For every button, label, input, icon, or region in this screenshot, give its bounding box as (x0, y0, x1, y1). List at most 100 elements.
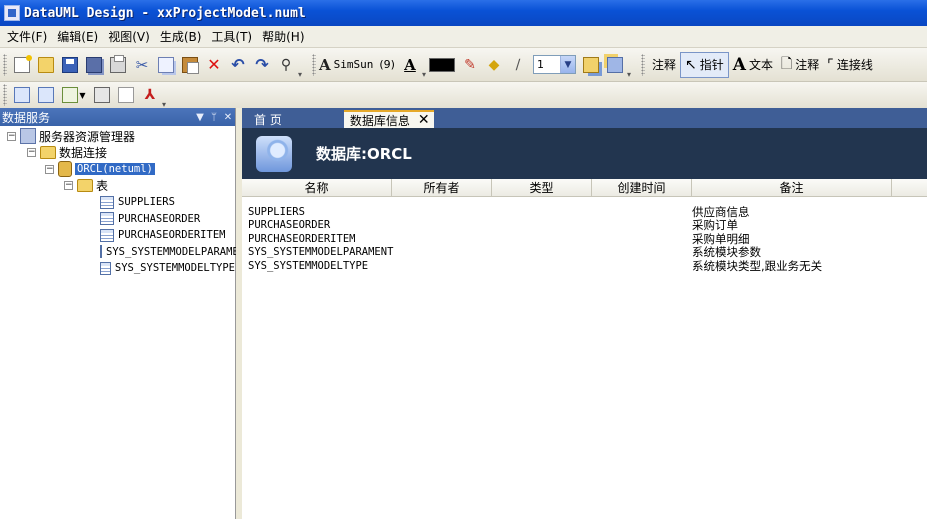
toolbar-grip[interactable] (640, 53, 645, 76)
tree-label: PURCHASEORDER (118, 212, 201, 225)
chevron-down-icon: ▼ (79, 90, 86, 100)
pointer-tool[interactable]: ↖ 指针 (680, 51, 729, 78)
tree-node-tables-folder[interactable]: − 表 (0, 178, 235, 195)
tree-label: 数据连接 (59, 146, 108, 161)
hierarchy-button[interactable] (35, 84, 57, 106)
undo-button[interactable]: ↶ (227, 54, 249, 76)
connector-tool[interactable]: ⌜ 连接线 (823, 52, 877, 78)
font-color-button[interactable]: A (399, 54, 421, 76)
model-view-button[interactable] (11, 84, 33, 106)
line-width-select[interactable]: 1 ▼ (532, 55, 576, 74)
tree-node-table[interactable]: SYS_SYSTEMMODELTYPE (0, 260, 235, 277)
tools-toolbar: 注释 ↖ 指针 A 文本 🗋 注释 ⌜ 连接线 (638, 51, 880, 79)
export-button[interactable] (91, 84, 113, 106)
text-tool[interactable]: A 文本 (729, 52, 777, 78)
delete-button[interactable]: ✕ (203, 54, 225, 76)
table-icon (100, 228, 114, 242)
redo-icon: ↷ (255, 54, 269, 74)
redo-button[interactable]: ↷ (251, 54, 273, 76)
toolbar-overflow[interactable] (298, 51, 306, 79)
collapse-icon[interactable]: − (27, 148, 36, 158)
folder-icon (40, 146, 56, 160)
column-header-note[interactable]: 备注 (692, 179, 892, 196)
menu-file[interactable]: 文件(F) (2, 28, 52, 45)
save-all-icon (86, 56, 102, 73)
tree-node-table[interactable]: PURCHASEORDER (0, 211, 235, 228)
toolbar-grip[interactable] (3, 84, 7, 106)
column-header-created[interactable]: 创建时间 (592, 179, 692, 196)
annotate-tool[interactable]: 注释 (648, 52, 680, 78)
line-style-button[interactable]: ∕ (507, 54, 529, 76)
layout-button[interactable]: ▼ (59, 84, 89, 106)
send-back-button[interactable] (604, 54, 626, 76)
font-size-button[interactable]: (9) (379, 58, 395, 71)
tree-node-root[interactable]: − 服务器资源管理器 (0, 128, 235, 145)
copy-button[interactable] (155, 54, 177, 76)
new-button[interactable] (11, 54, 33, 76)
tree-node-database[interactable]: − ORCL(netuml) (0, 161, 235, 178)
tab-database-info[interactable]: 数据库信息 ✕ (343, 110, 434, 128)
toolbar-overflow[interactable] (162, 81, 170, 109)
toolbar-overflow[interactable] (422, 51, 426, 79)
paste-button[interactable] (179, 54, 201, 76)
table-row[interactable]: SYS_SYSTEMMODELTYPE 系统模块类型,跟业务无关 (242, 259, 927, 273)
close-icon[interactable]: ✕ (418, 113, 430, 127)
menu-view[interactable]: 视图(V) (103, 28, 155, 45)
server-explorer-tree: − 服务器资源管理器 − 数据连接 − ORCL(netuml) − 表 SUP… (0, 126, 236, 277)
collapse-icon[interactable]: − (45, 164, 54, 174)
column-header-type[interactable]: 类型 (492, 179, 592, 196)
scissors-icon: ✂ (135, 55, 149, 74)
panel-title: 数据服务 (2, 110, 51, 125)
toolbar-grip[interactable] (312, 53, 316, 76)
color-swatch[interactable] (428, 57, 455, 72)
note-tool[interactable]: 🗋 注释 (777, 52, 823, 78)
database-title: 数据库:ORCL (316, 145, 412, 163)
cell-name: PURCHASEORDERITEM (248, 232, 356, 245)
save-button[interactable] (59, 54, 81, 76)
send-back-icon (606, 56, 623, 73)
main-toolbar: ✂ ✕ ↶ ↷ ⚲ A SimSun (9) A ✎ ◆ ∕ 1 ▼ 注释 ↖指… (0, 48, 927, 82)
collapse-icon[interactable]: − (7, 131, 16, 141)
document-area: 首 页 数据库信息 ✕ 数据库:ORCL 名称 所有者 类型 创建时间 备注 S… (242, 108, 927, 519)
find-button[interactable]: ⚲ (275, 54, 297, 76)
bring-front-button[interactable] (580, 54, 602, 76)
pointer-label: 指针 (699, 58, 724, 72)
folder-icon (77, 179, 93, 193)
document-icon (118, 87, 134, 103)
tree-node-connections[interactable]: − 数据连接 (0, 145, 235, 162)
pin-icon[interactable]: ᛘ (207, 112, 221, 123)
column-header-name[interactable]: 名称 (242, 179, 392, 196)
menu-edit[interactable]: 编辑(E) (52, 28, 103, 45)
open-button[interactable] (35, 54, 57, 76)
menu-tools[interactable]: 工具(T) (206, 28, 257, 45)
line-color-button[interactable]: ✎ (459, 54, 481, 76)
new-file-icon (14, 54, 32, 73)
layout-icon (62, 87, 79, 103)
tab-home[interactable]: 首 页 (244, 110, 292, 128)
table-icon (100, 212, 114, 226)
close-icon[interactable]: ✕ (221, 112, 235, 123)
word-export-button[interactable] (115, 84, 137, 106)
cut-button[interactable]: ✂ (131, 54, 153, 76)
toolbar-grip[interactable] (3, 53, 7, 76)
tree-label: SUPPLIERS (118, 196, 175, 209)
print-button[interactable] (107, 54, 129, 76)
column-header-owner[interactable]: 所有者 (392, 179, 492, 196)
fill-color-button[interactable]: ◆ (483, 54, 505, 76)
toolbar-overflow[interactable] (627, 51, 635, 79)
chevron-down-icon[interactable]: ▼ (559, 56, 575, 73)
menu-build[interactable]: 生成(B) (155, 28, 207, 45)
save-all-button[interactable] (83, 54, 105, 76)
note-icon: 🗋 (780, 55, 793, 72)
note-label: 注释 (795, 58, 820, 72)
tree-node-table[interactable]: SUPPLIERS (0, 194, 235, 211)
bring-front-icon (582, 56, 599, 73)
panel-dropdown-icon[interactable]: ▼ (193, 112, 207, 123)
font-name-button[interactable]: SimSun (334, 58, 374, 71)
format-toolbar: A SimSun (9) A ✎ ◆ ∕ 1 ▼ (309, 51, 638, 79)
pdf-export-button[interactable]: ⅄ (139, 84, 161, 106)
tree-node-table[interactable]: SYS_SYSTEMMODELPARAMENT (0, 244, 236, 261)
menu-help[interactable]: 帮助(H) (257, 28, 309, 45)
collapse-icon[interactable]: − (64, 181, 73, 191)
tree-node-table[interactable]: PURCHASEORDERITEM (0, 227, 235, 244)
